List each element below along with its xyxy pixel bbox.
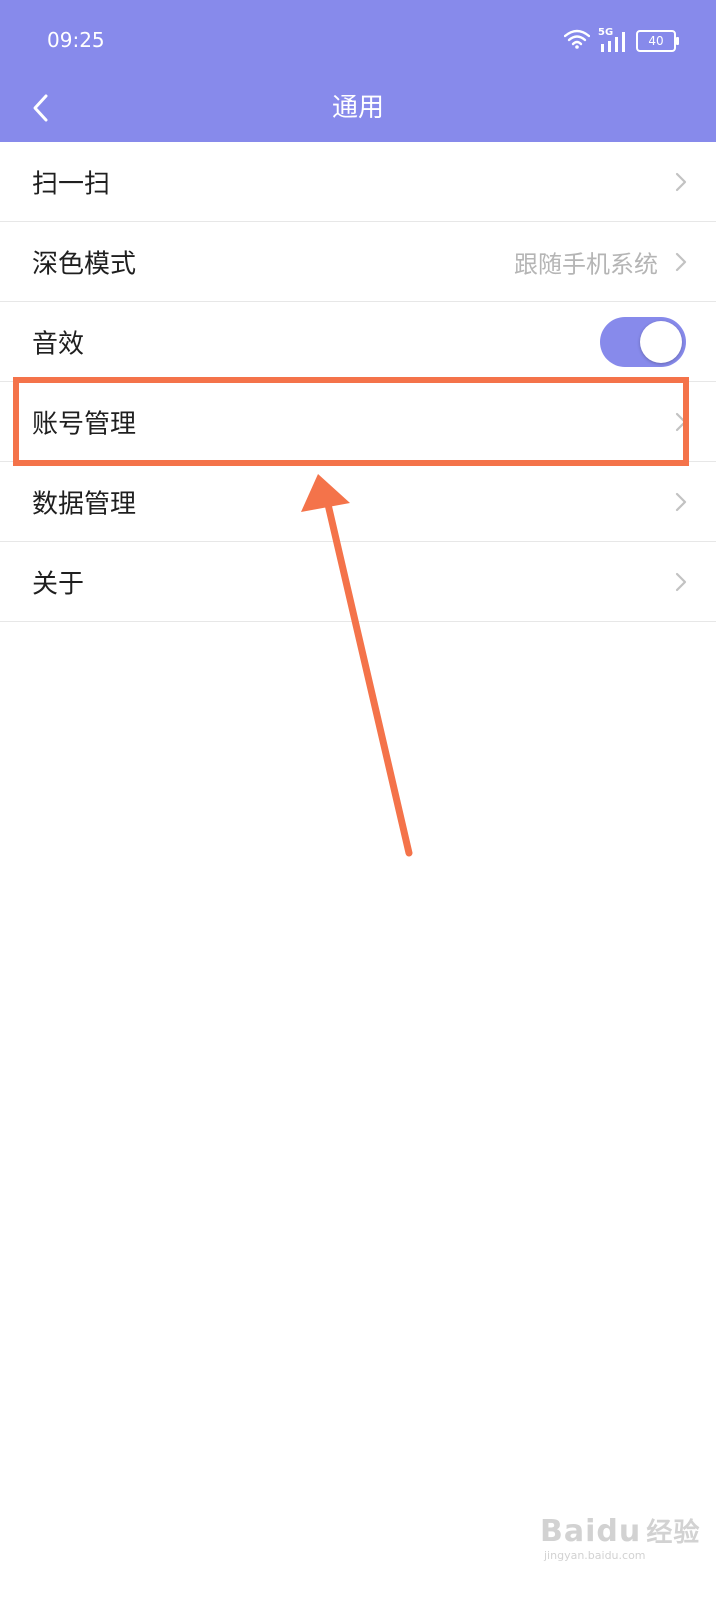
status-time: 09:25 [47,28,105,52]
row-label: 关于 [32,569,85,599]
signal-5g-icon: 5G [598,27,628,53]
settings-row-data-management[interactable]: 数据管理 [0,462,716,542]
chevron-right-icon [675,252,687,271]
battery-icon: 40 [636,30,679,52]
settings-list: 扫一扫 深色模式 跟随手机系统 音效 账号管理 数据管理 关于 [0,142,716,622]
wifi-icon [563,29,591,53]
watermark-url: jingyan.baidu.com [544,1549,646,1562]
settings-row-about[interactable]: 关于 [0,542,716,622]
page-title: 通用 [331,93,384,123]
baidu-jingyan-watermark: Baidu 经验 jingyan.baidu.com [540,1512,700,1562]
watermark-brand-suffix: du [596,1514,642,1549]
row-value: 跟随手机系统 [514,250,658,278]
settings-row-dark-mode[interactable]: 深色模式 跟随手机系统 [0,222,716,302]
watermark-brand: Bai [540,1514,597,1549]
watermark-cn: 经验 [646,1518,701,1548]
chevron-right-icon [675,492,687,511]
settings-row-scan[interactable]: 扫一扫 [0,142,716,222]
chevron-right-icon [675,412,687,431]
chevron-right-icon [675,172,687,191]
settings-row-account-management[interactable]: 账号管理 [0,382,716,462]
row-label: 深色模式 [32,249,137,279]
row-label: 音效 [32,329,85,359]
settings-row-sound-effects: 音效 [0,302,716,382]
status-icons: 5G 40 [563,27,679,54]
toggle-knob [640,320,682,363]
sound-effects-toggle[interactable] [600,316,686,367]
app-header: 09:25 5G 40 通用 [0,0,716,142]
battery-level: 40 [648,34,664,48]
row-label: 数据管理 [32,489,137,519]
row-label: 账号管理 [32,409,137,439]
chevron-right-icon [675,572,687,591]
row-label: 扫一扫 [32,169,111,199]
